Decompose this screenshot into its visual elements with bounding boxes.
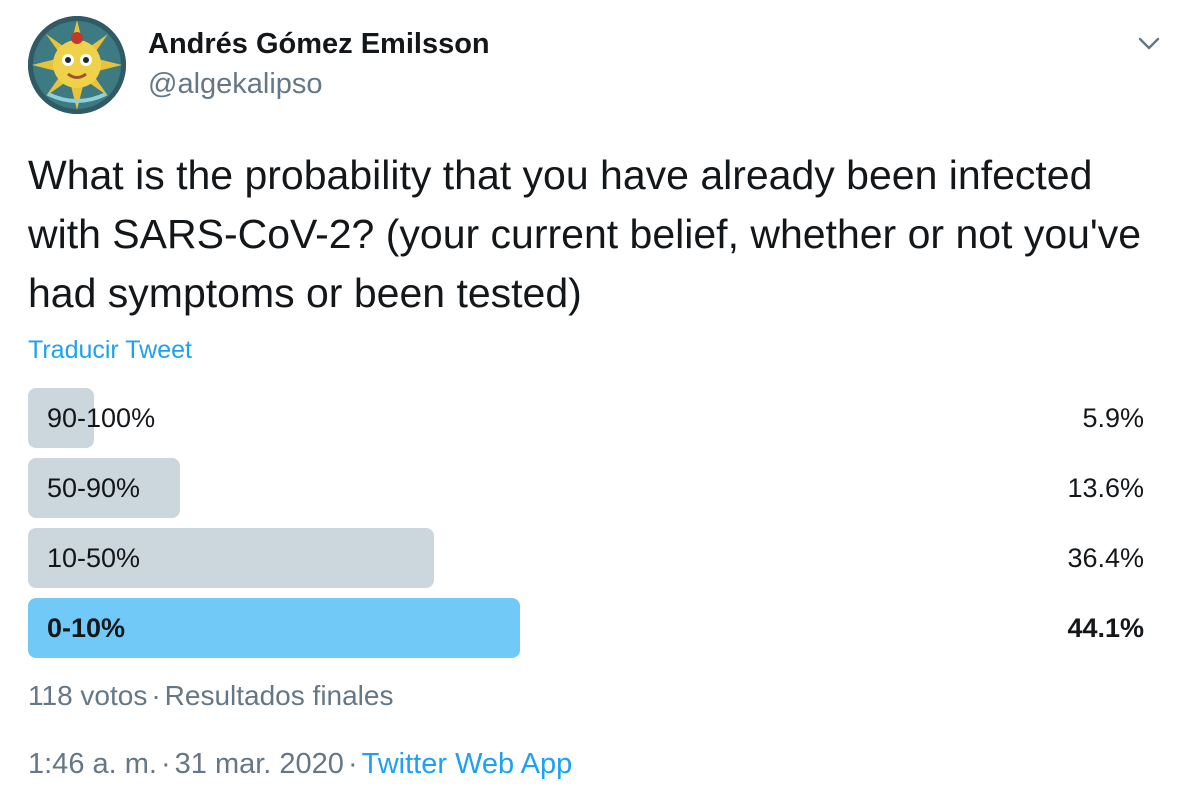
poll: 90-100% 5.9% 50-90% 13.6% 10-50% 36.4% 0… bbox=[28, 388, 1144, 668]
poll-meta: 118 votos · Resultados finales bbox=[28, 680, 393, 712]
avatar-image bbox=[28, 16, 126, 114]
author-handle[interactable]: @algekalipso bbox=[148, 68, 323, 101]
separator: · bbox=[347, 748, 358, 780]
poll-option: 10-50% 36.4% bbox=[28, 528, 1144, 588]
poll-vote-count: 118 votos bbox=[28, 680, 148, 711]
author-display-name[interactable]: Andrés Gómez Emilsson bbox=[148, 28, 490, 61]
tweet-date[interactable]: 31 mar. 2020 bbox=[175, 748, 344, 780]
poll-option-percent: 5.9% bbox=[1082, 403, 1144, 433]
poll-option-percent: 36.4% bbox=[1067, 543, 1144, 573]
avatar[interactable] bbox=[28, 16, 126, 114]
poll-option-percent: 44.1% bbox=[1067, 613, 1144, 643]
poll-option-percent: 13.6% bbox=[1067, 473, 1144, 503]
poll-option-label: 10-50% bbox=[47, 543, 141, 573]
translate-tweet-link[interactable]: Traducir Tweet bbox=[28, 336, 192, 365]
tweet-time[interactable]: 1:46 a. m. bbox=[28, 748, 157, 780]
tweet-source-link[interactable]: Twitter Web App bbox=[362, 748, 573, 780]
tweet: Andrés Gómez Emilsson @algekalipso What … bbox=[0, 0, 1182, 802]
timestamp-row: 1:46 a. m. · 31 mar. 2020 · Twitter Web App bbox=[28, 748, 572, 781]
chevron-down-icon[interactable] bbox=[1134, 28, 1164, 58]
poll-option-label: 90-100% bbox=[47, 403, 156, 433]
poll-status: Resultados finales bbox=[164, 680, 394, 711]
poll-option-label: 0-10% bbox=[47, 613, 126, 643]
separator: · bbox=[160, 748, 171, 780]
poll-option: 50-90% 13.6% bbox=[28, 458, 1144, 518]
poll-option-label: 50-90% bbox=[47, 473, 141, 503]
separator: · bbox=[151, 680, 161, 711]
poll-option: 0-10% 44.1% bbox=[28, 598, 1144, 658]
poll-option: 90-100% 5.9% bbox=[28, 388, 1144, 448]
tweet-text: What is the probability that you have al… bbox=[28, 152, 1142, 316]
